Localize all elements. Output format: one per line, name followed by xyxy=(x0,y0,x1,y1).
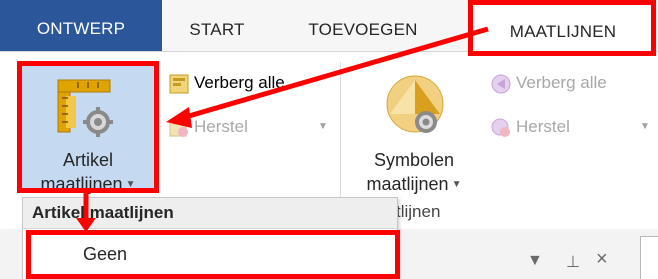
app-window: ONTWERP START TOEVOEGEN MAATLIJNEN Artik… xyxy=(0,0,658,279)
annotation-arrow-1 xyxy=(181,26,489,121)
annotation-arrows xyxy=(76,26,489,232)
arrow-head-icon xyxy=(76,218,96,232)
arrow-head-icon xyxy=(166,107,192,128)
